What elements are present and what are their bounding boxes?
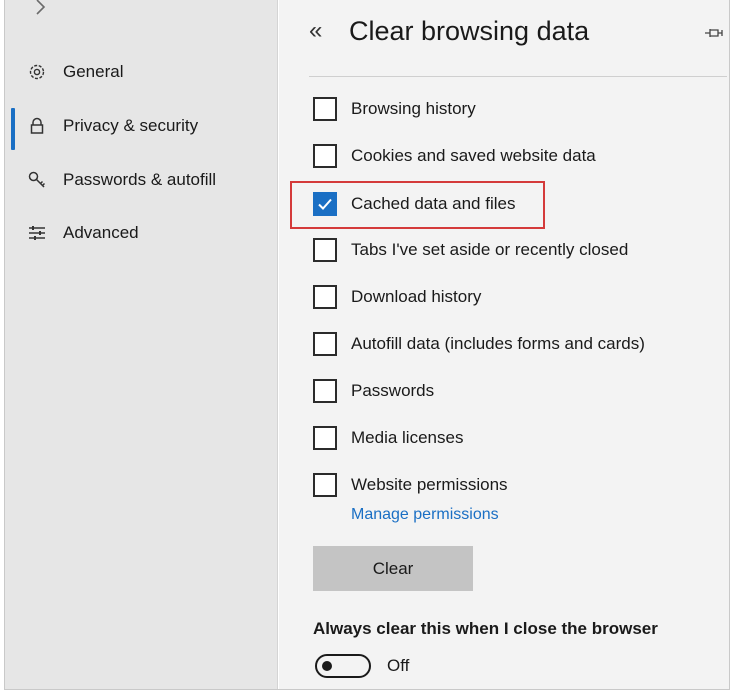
clear-browsing-data-panel: « Clear browsing data Browsing history C… bbox=[279, 0, 729, 689]
checkbox[interactable] bbox=[313, 97, 337, 121]
page-title: Clear browsing data bbox=[349, 16, 590, 46]
gear-icon bbox=[27, 62, 47, 82]
checkbox-checked[interactable] bbox=[313, 192, 337, 216]
option-label: Cookies and saved website data bbox=[351, 146, 596, 165]
sidebar-item-label: General bbox=[63, 62, 124, 81]
option-label: Tabs I've set aside or recently closed bbox=[351, 240, 629, 259]
header-divider bbox=[309, 76, 727, 77]
option-cached-data-files[interactable]: Cached data and files bbox=[309, 187, 709, 221]
option-passwords[interactable]: Passwords bbox=[309, 374, 709, 408]
back-button[interactable]: « bbox=[309, 16, 335, 46]
settings-window: General Privacy & security Passwords & a… bbox=[4, 0, 730, 690]
sidebar-item-label: Passwords & autofill bbox=[63, 170, 217, 189]
expand-chevron-icon[interactable] bbox=[31, 0, 51, 20]
checkbox[interactable] bbox=[313, 473, 337, 497]
checkbox[interactable] bbox=[313, 238, 337, 262]
option-label: Browsing history bbox=[351, 99, 476, 118]
sidebar-item-general[interactable]: General bbox=[5, 50, 277, 94]
option-cookies-saved-website-data[interactable]: Cookies and saved website data bbox=[309, 139, 709, 173]
option-website-permissions[interactable]: Website permissions bbox=[309, 468, 709, 502]
option-download-history[interactable]: Download history bbox=[309, 280, 709, 314]
sidebar-item-passwords-autofill[interactable]: Passwords & autofill bbox=[5, 158, 277, 202]
option-autofill-data[interactable]: Autofill data (includes forms and cards) bbox=[309, 327, 709, 361]
checkmark-icon bbox=[318, 198, 332, 210]
toggle-knob bbox=[322, 661, 332, 671]
sliders-icon bbox=[27, 223, 47, 243]
always-clear-toggle[interactable] bbox=[315, 654, 371, 678]
checkbox[interactable] bbox=[313, 285, 337, 309]
checkbox[interactable] bbox=[313, 426, 337, 450]
option-label: Cached data and files bbox=[351, 194, 516, 213]
sidebar-item-privacy-security[interactable]: Privacy & security bbox=[5, 104, 277, 150]
sidebar-item-label: Advanced bbox=[63, 223, 139, 242]
option-label: Passwords bbox=[351, 381, 435, 400]
option-label: Media licenses bbox=[351, 428, 464, 447]
manage-permissions-link[interactable]: Manage permissions bbox=[351, 506, 499, 524]
option-browsing-history[interactable]: Browsing history bbox=[309, 92, 709, 126]
option-label: Autofill data (includes forms and cards) bbox=[351, 334, 645, 353]
option-label: Website permissions bbox=[351, 475, 508, 494]
sidebar-item-label: Privacy & security bbox=[63, 116, 199, 135]
checkbox[interactable] bbox=[313, 379, 337, 403]
lock-icon bbox=[27, 116, 47, 136]
sidebar-item-advanced[interactable]: Advanced bbox=[5, 211, 277, 255]
checkbox[interactable] bbox=[313, 144, 337, 168]
key-icon bbox=[27, 170, 47, 190]
always-clear-label: Always clear this when I close the brows… bbox=[313, 619, 658, 638]
option-label: Download history bbox=[351, 287, 482, 306]
pin-icon[interactable] bbox=[703, 22, 725, 44]
option-tabs-set-aside[interactable]: Tabs I've set aside or recently closed bbox=[309, 233, 709, 267]
option-media-licenses[interactable]: Media licenses bbox=[309, 421, 709, 455]
checkbox[interactable] bbox=[313, 332, 337, 356]
toggle-state-label: Off bbox=[387, 656, 410, 675]
clear-button[interactable]: Clear bbox=[313, 546, 473, 591]
settings-sidebar: General Privacy & security Passwords & a… bbox=[5, 0, 278, 689]
